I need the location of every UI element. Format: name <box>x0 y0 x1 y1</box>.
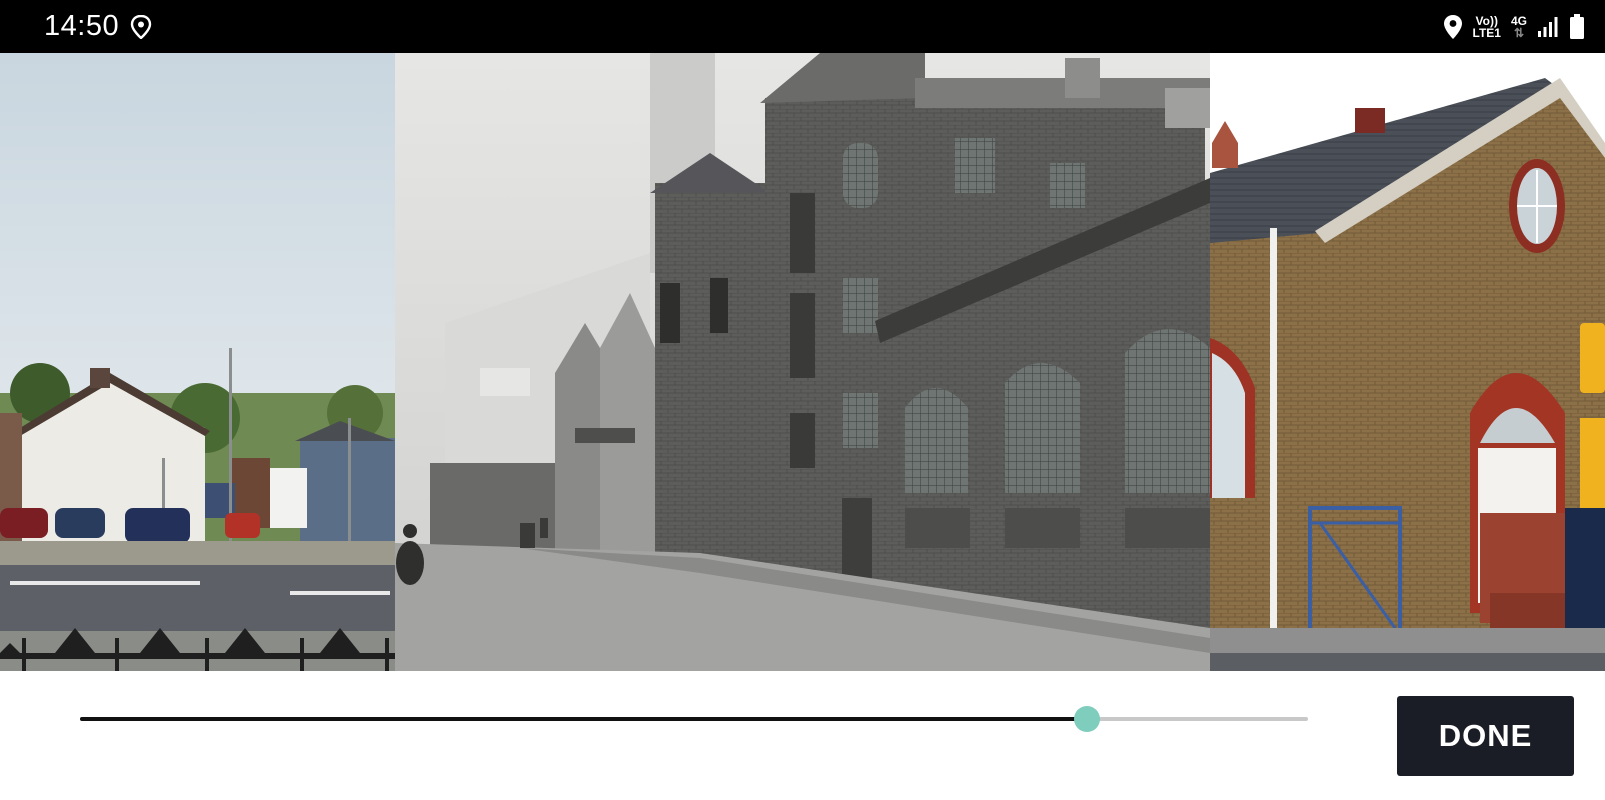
photo-comparison-view[interactable] <box>0 53 1605 671</box>
photo-comparison-image <box>0 53 1605 671</box>
status-time: 14:50 <box>44 10 120 42</box>
network-type-indicator: 4G ⇅ <box>1511 15 1527 39</box>
lte-label: LTE1 <box>1472 26 1501 40</box>
signal-icon <box>1538 17 1558 37</box>
status-icons: Vo)) LTE1 4G ⇅ <box>1443 12 1585 42</box>
status-bar: 14:50 Vo)) LTE1 4G ⇅ <box>0 0 1605 53</box>
slider-fill <box>80 717 1087 721</box>
slider-thumb[interactable] <box>1073 706 1100 732</box>
overlay-opacity-slider[interactable] <box>80 704 1308 734</box>
location-pin-badge-icon <box>130 15 152 39</box>
battery-icon <box>1570 14 1584 39</box>
volte-indicator: Vo)) LTE1 <box>1473 15 1501 39</box>
controls-bar: DONE <box>0 671 1605 800</box>
location-pin-icon <box>1443 15 1462 39</box>
done-button[interactable]: DONE <box>1397 696 1574 776</box>
data-arrows-icon: ⇅ <box>1513 26 1525 40</box>
